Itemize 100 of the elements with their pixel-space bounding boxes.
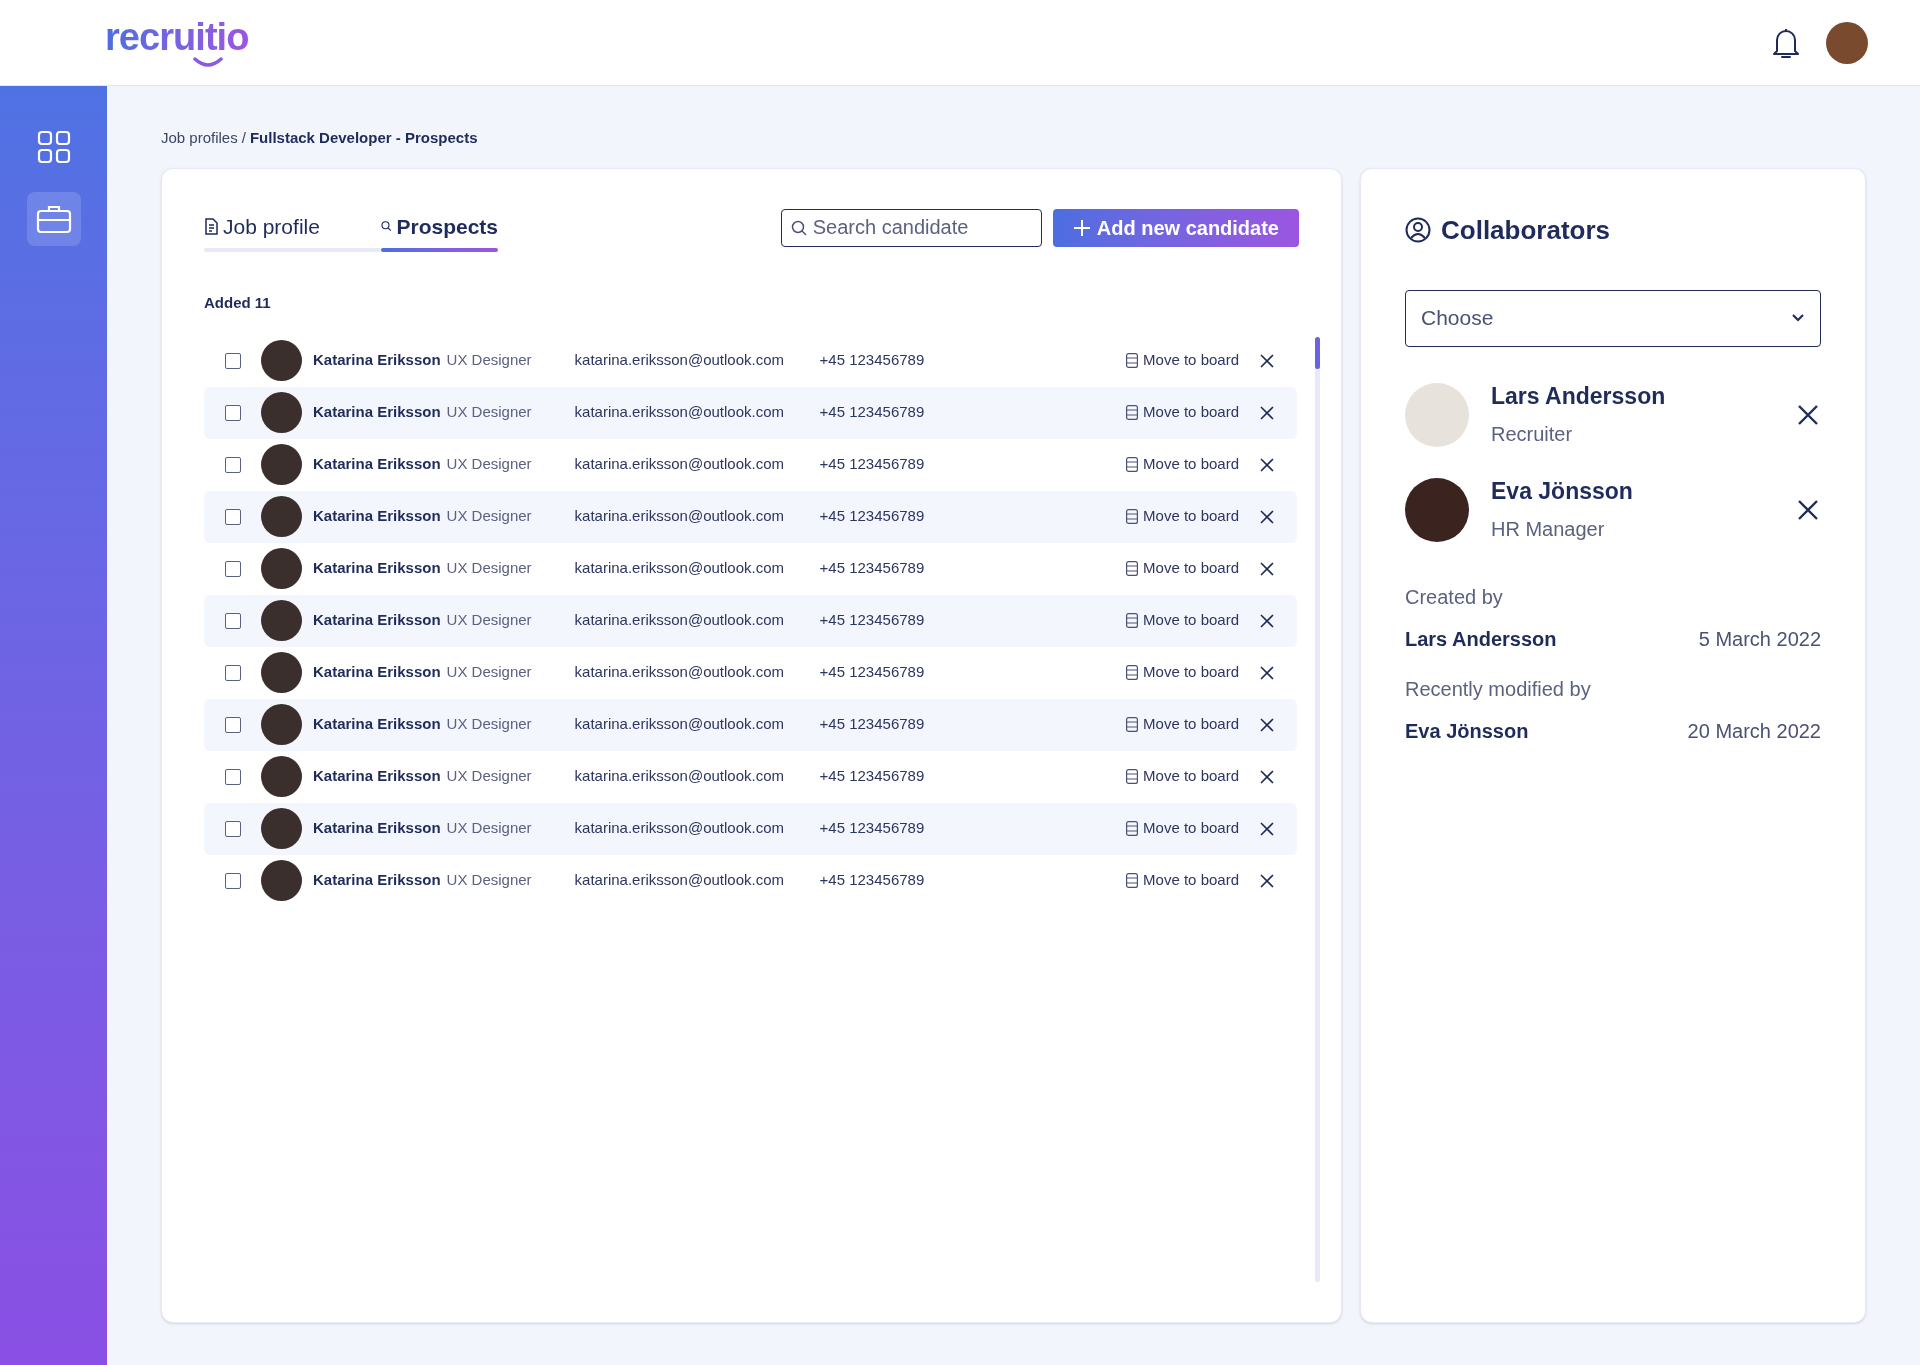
checkbox[interactable] bbox=[225, 768, 241, 785]
list-icon bbox=[1126, 613, 1139, 628]
remove-button[interactable] bbox=[1259, 716, 1275, 733]
scrollbar-thumb[interactable] bbox=[1315, 336, 1320, 369]
breadcrumb-separator: / bbox=[241, 128, 246, 148]
candidate-phone: +45 123456789 bbox=[819, 506, 925, 527]
modified-by-label: Recently modified by bbox=[1405, 676, 1592, 702]
move-to-board-button[interactable]: Move to board bbox=[1126, 817, 1239, 840]
move-to-board-button[interactable]: Move to board bbox=[1126, 765, 1239, 788]
checkbox[interactable] bbox=[225, 404, 241, 421]
remove-button[interactable] bbox=[1259, 612, 1275, 629]
remove-button[interactable] bbox=[1259, 456, 1275, 473]
close-icon bbox=[1259, 872, 1275, 889]
candidate-name: Katarina Eriksson bbox=[313, 766, 441, 787]
candidate-row[interactable]: Katarina Eriksson UX Designer katarina.eriksson@outlook.com +45 123456789 Move to board bbox=[204, 750, 1297, 803]
avatar bbox=[261, 600, 302, 641]
move-to-board-button[interactable]: Move to board bbox=[1126, 661, 1239, 684]
candidate-row[interactable]: Katarina Eriksson UX Designer katarina.eriksson@outlook.com +45 123456789 Move to board bbox=[204, 594, 1297, 647]
candidate-email: katarina.eriksson@outlook.com bbox=[574, 870, 786, 891]
candidate-row[interactable]: Katarina Eriksson UX Designer katarina.eriksson@outlook.com +45 123456789 Move to board bbox=[204, 334, 1297, 387]
candidate-row[interactable]: Katarina Eriksson UX Designer katarina.eriksson@outlook.com +45 123456789 Move to board bbox=[204, 802, 1297, 855]
collaborator-name: Lars Andersson bbox=[1491, 385, 1667, 408]
avatar bbox=[261, 392, 302, 433]
remove-button[interactable] bbox=[1259, 768, 1275, 785]
checkbox[interactable] bbox=[225, 612, 241, 629]
list-icon bbox=[1126, 405, 1139, 420]
checkbox[interactable] bbox=[225, 872, 241, 889]
move-to-board-button[interactable]: Move to board bbox=[1126, 557, 1239, 580]
add-candidate-button[interactable]: Add new candidate bbox=[1052, 208, 1299, 247]
scrollbar[interactable] bbox=[1315, 336, 1320, 1282]
candidate-row[interactable]: Katarina Eriksson UX Designer katarina.eriksson@outlook.com +45 123456789 Move to board bbox=[204, 542, 1297, 595]
remove-button[interactable] bbox=[1259, 560, 1275, 577]
checkbox[interactable] bbox=[225, 456, 241, 473]
checkbox[interactable] bbox=[225, 820, 241, 837]
candidate-role: UX Designer bbox=[446, 350, 533, 371]
close-icon bbox=[1259, 456, 1275, 473]
search-field[interactable]: Search candidate bbox=[780, 208, 1042, 247]
checkbox[interactable] bbox=[225, 508, 241, 525]
remove-button[interactable] bbox=[1259, 404, 1275, 421]
candidate-row[interactable]: Katarina Eriksson UX Designer katarina.eriksson@outlook.com +45 123456789 Move to board bbox=[204, 646, 1297, 699]
close-icon bbox=[1259, 404, 1275, 421]
remove-button[interactable] bbox=[1259, 820, 1275, 837]
grid-icon bbox=[36, 130, 71, 164]
user-circle-icon bbox=[1405, 217, 1431, 243]
remove-button[interactable] bbox=[1259, 352, 1275, 369]
move-to-board-button[interactable]: Move to board bbox=[1126, 349, 1239, 372]
move-to-board-button[interactable]: Move to board bbox=[1126, 869, 1239, 892]
candidate-row[interactable]: Katarina Eriksson UX Designer katarina.eriksson@outlook.com +45 123456789 Move to board bbox=[204, 854, 1297, 907]
avatar bbox=[261, 496, 302, 537]
list-icon bbox=[1126, 717, 1139, 732]
checkbox[interactable] bbox=[225, 664, 241, 681]
close-icon bbox=[1259, 560, 1275, 577]
created-by-label: Created by bbox=[1405, 584, 1504, 610]
candidate-email: katarina.eriksson@outlook.com bbox=[574, 350, 786, 371]
list-icon bbox=[1126, 353, 1139, 368]
move-to-board-button[interactable]: Move to board bbox=[1126, 401, 1239, 424]
avatar bbox=[261, 444, 302, 485]
remove-button[interactable] bbox=[1797, 403, 1819, 426]
move-to-board-button[interactable]: Move to board bbox=[1126, 609, 1239, 632]
remove-button[interactable] bbox=[1259, 508, 1275, 525]
candidate-phone: +45 123456789 bbox=[819, 402, 925, 423]
move-to-board-button[interactable]: Move to board bbox=[1126, 505, 1239, 528]
list-icon bbox=[1126, 873, 1139, 888]
remove-button[interactable] bbox=[1259, 872, 1275, 889]
plus-icon bbox=[1072, 218, 1091, 237]
candidate-email: katarina.eriksson@outlook.com bbox=[574, 454, 786, 475]
remove-button[interactable] bbox=[1259, 664, 1275, 681]
tab[interactable]: Prospects bbox=[381, 210, 498, 252]
panel-title: Collaborators bbox=[1441, 213, 1611, 247]
checkbox[interactable] bbox=[225, 352, 241, 369]
modified-date: 20 March 2022 bbox=[1687, 718, 1821, 744]
candidate-phone: +45 123456789 bbox=[819, 818, 925, 839]
candidate-row[interactable]: Katarina Eriksson UX Designer katarina.eriksson@outlook.com +45 123456789 Move to board bbox=[204, 698, 1297, 751]
close-icon bbox=[1797, 403, 1819, 426]
sidebar-item[interactable] bbox=[26, 192, 81, 246]
candidate-row[interactable]: Katarina Eriksson UX Designer katarina.eriksson@outlook.com +45 123456789 Move to board bbox=[204, 438, 1297, 491]
avatar bbox=[261, 704, 302, 745]
candidate-row[interactable]: Katarina Eriksson UX Designer katarina.eriksson@outlook.com +45 123456789 Move to board bbox=[204, 490, 1297, 543]
close-icon bbox=[1259, 716, 1275, 733]
candidate-role: UX Designer bbox=[446, 558, 533, 579]
candidate-role: UX Designer bbox=[446, 818, 533, 839]
candidate-role: UX Designer bbox=[446, 506, 533, 527]
tab[interactable]: Job profile bbox=[204, 210, 381, 252]
candidate-name: Katarina Eriksson bbox=[313, 714, 441, 735]
candidate-name: Katarina Eriksson bbox=[313, 506, 441, 527]
collaborator-select[interactable]: Choose bbox=[1405, 289, 1821, 347]
move-to-board-button[interactable]: Move to board bbox=[1126, 713, 1239, 736]
avatar bbox=[261, 756, 302, 797]
candidate-phone: +45 123456789 bbox=[819, 714, 925, 735]
close-icon bbox=[1259, 664, 1275, 681]
remove-button[interactable] bbox=[1797, 498, 1819, 521]
breadcrumb-link[interactable]: Job profiles bbox=[161, 127, 238, 150]
breadcrumb-current: Fullstack Developer - Prospects bbox=[249, 128, 478, 148]
avatar[interactable] bbox=[1826, 21, 1868, 64]
candidate-row[interactable]: Katarina Eriksson UX Designer katarina.eriksson@outlook.com +45 123456789 Move to board bbox=[204, 386, 1297, 439]
checkbox[interactable] bbox=[225, 560, 241, 577]
list-heading: Added 11 bbox=[204, 293, 272, 313]
move-to-board-button[interactable]: Move to board bbox=[1126, 453, 1239, 476]
list-icon bbox=[1126, 665, 1139, 680]
checkbox[interactable] bbox=[225, 716, 241, 733]
